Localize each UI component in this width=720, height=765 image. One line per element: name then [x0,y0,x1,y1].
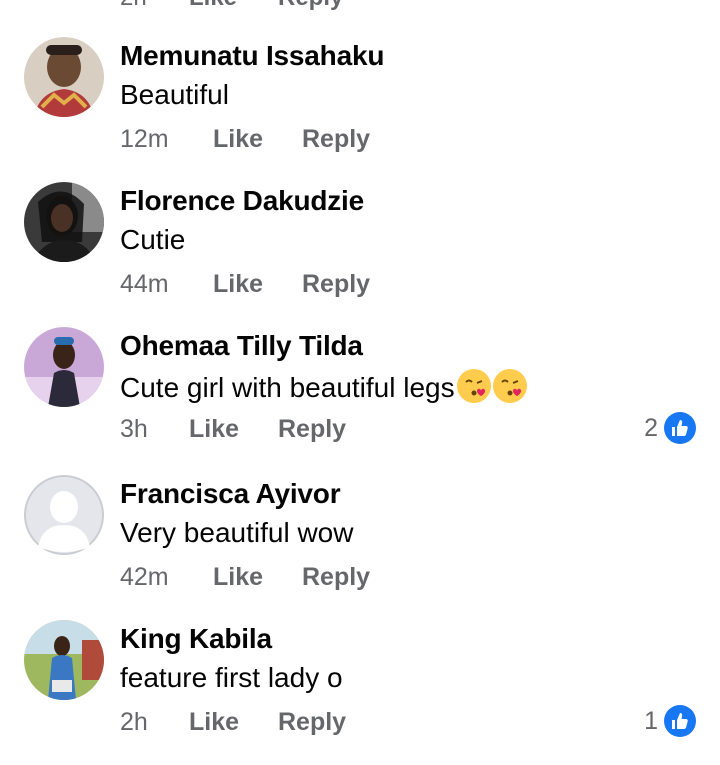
comment-author[interactable]: Ohemaa Tilly Tilda [120,330,363,362]
avatar[interactable] [24,37,104,117]
comment-text: Very beautiful wow [120,517,354,548]
kissing-face-with-heart-emoji [456,369,491,403]
comment-text: feature first lady o [120,662,343,693]
kissing-face-with-heart-emoji [492,369,527,403]
avatar-image [24,620,104,700]
comment-text: Beautiful [120,79,229,110]
comment-time: 2h [120,0,147,12]
reaction-count-value: 2 [644,413,658,442]
comment-text-content: Cute girl with beautiful legs [120,372,455,403]
default-avatar-icon [24,475,104,555]
comment-author[interactable]: Memunatu Issahaku [120,40,384,72]
comment-author[interactable]: King Kabila [120,623,272,655]
comment-author[interactable]: Francisca Ayivor [120,478,341,510]
comment-meta: 3h Like Reply [120,415,696,445]
reply-button[interactable]: Reply [302,563,370,592]
comment-text: Cute girl with beautiful legs [120,369,527,404]
comment-author[interactable]: Florence Dakudzie [120,185,364,217]
like-button[interactable]: Like [189,708,239,737]
comment-item: Florence Dakudzie Cutie 44m Like Reply [0,182,720,327]
comment-item: Memunatu Issahaku Beautiful 12m Like Rep… [0,37,720,182]
comment-item: Francisca Ayivor Very beautiful wow 42m … [0,475,720,620]
like-button[interactable]: Like [213,563,263,592]
comment-item: Ohemaa Tilly Tilda Cute girl with beauti… [0,327,720,472]
comment-time: 3h [120,415,148,443]
reply-button[interactable]: Reply [278,708,346,737]
reaction-count[interactable]: 1 [644,704,696,738]
thumbs-up-icon [664,412,696,444]
comment-time: 42m [120,563,169,591]
like-button[interactable]: Like [213,270,263,299]
avatar[interactable] [24,182,104,262]
comment-text: Cutie [120,224,186,255]
reply-button[interactable]: Reply [278,0,343,12]
reply-button[interactable]: Reply [278,415,346,444]
like-button[interactable]: Like [189,0,237,12]
avatar[interactable] [24,475,104,555]
comment-item: King Kabila feature first lady o 2h Like… [0,620,720,765]
avatar-image [24,182,104,262]
reaction-count-value: 1 [644,706,658,735]
comment-time: 12m [120,125,169,153]
thumbs-up-icon [664,705,696,737]
like-button[interactable]: Like [189,415,239,444]
avatar[interactable] [24,620,104,700]
avatar-image [24,327,104,407]
comment-time: 2h [120,708,148,736]
reaction-count[interactable]: 2 [644,411,696,445]
reply-button[interactable]: Reply [302,270,370,299]
like-button[interactable]: Like [213,125,263,154]
avatar[interactable] [24,327,104,407]
reply-button[interactable]: Reply [302,125,370,154]
avatar-image [24,37,104,117]
comment-time: 44m [120,270,169,298]
